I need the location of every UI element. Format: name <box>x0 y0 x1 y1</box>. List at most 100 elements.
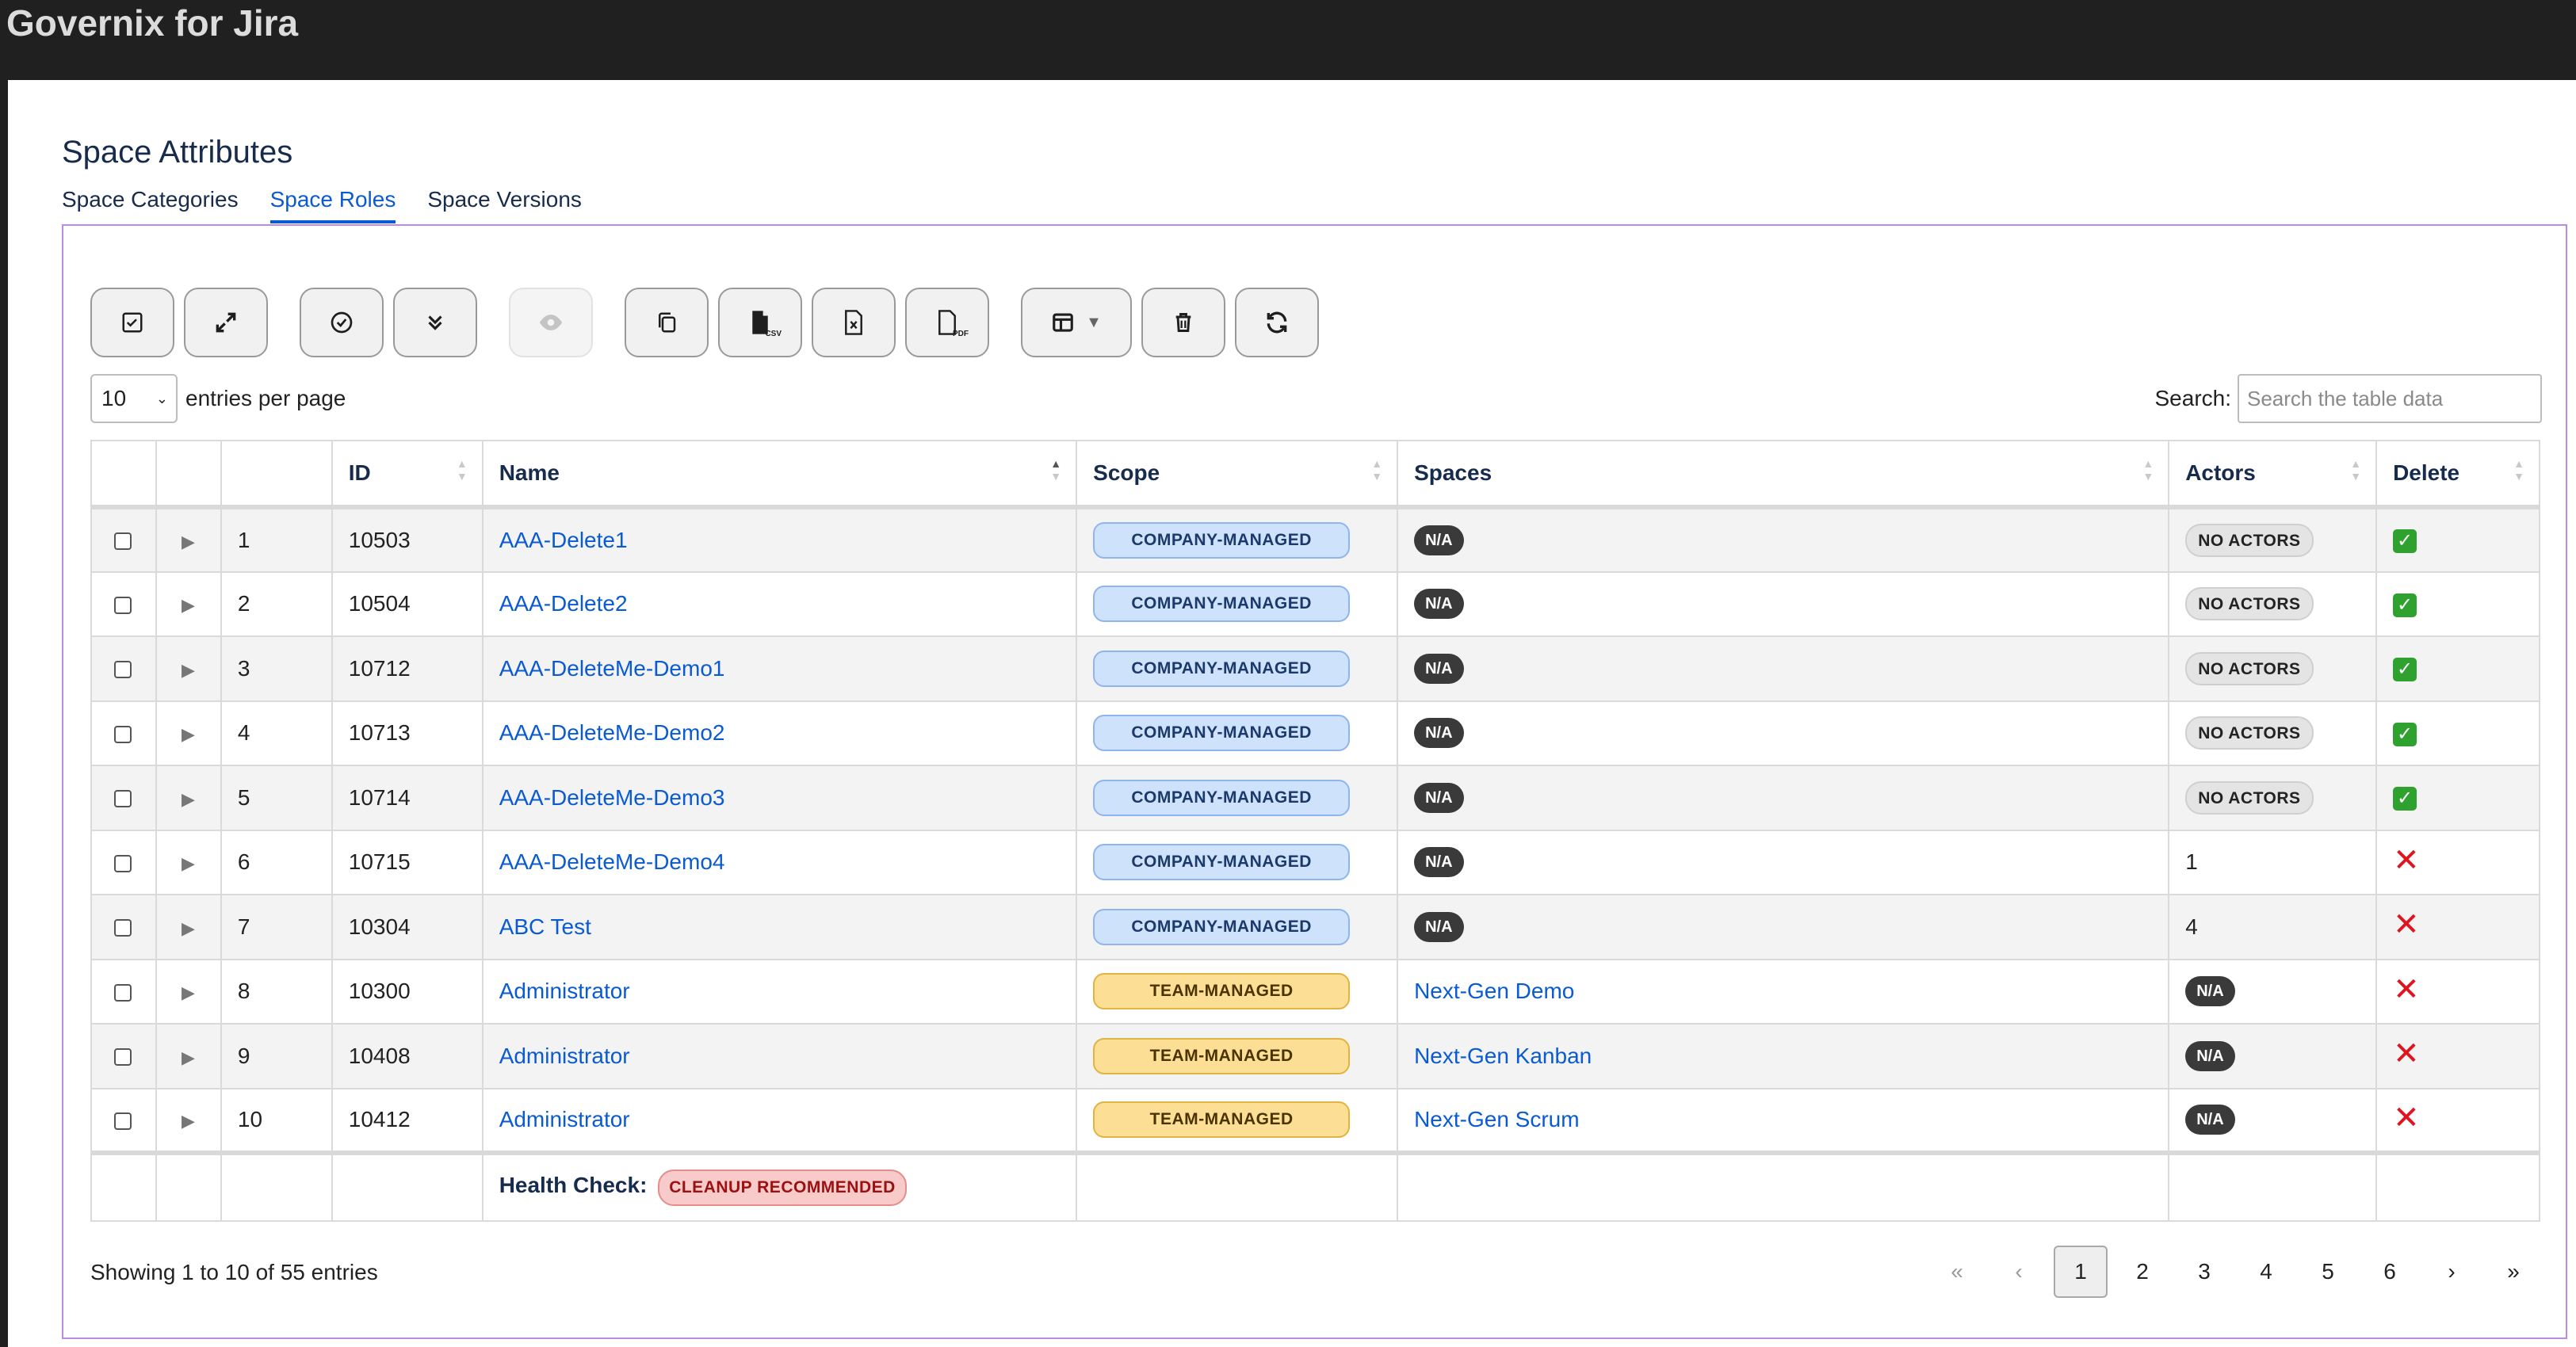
row-checkbox[interactable] <box>114 532 132 551</box>
header-spaces[interactable]: Spaces ▲ ▼ <box>1397 440 2170 509</box>
page-button-6[interactable]: 6 <box>2363 1246 2417 1298</box>
role-name-link[interactable]: AAA-DeleteMe-Demo4 <box>499 849 725 874</box>
actors-na-badge: N/A <box>2185 976 2235 1007</box>
role-name-link[interactable]: AAA-DeleteMe-Demo3 <box>499 785 725 810</box>
first-page-button[interactable]: « <box>1930 1246 1984 1298</box>
row-select-cell <box>90 894 157 960</box>
row-checkbox[interactable] <box>114 983 132 1002</box>
table-row: ▶ 7 10304 ABC Test COMPANY-MANAGED N/A 4 ✕ <box>90 894 2540 960</box>
next-page-button[interactable]: › <box>2425 1246 2479 1298</box>
row-checkbox[interactable] <box>114 919 132 937</box>
page-button-5[interactable]: 5 <box>2301 1246 2355 1298</box>
check-button[interactable] <box>300 288 384 357</box>
sort-icon: ▲ ▼ <box>2142 457 2154 483</box>
role-name-cell: ABC Test <box>481 894 1078 960</box>
role-id: 10304 <box>331 894 483 960</box>
table-row: ▶ 1 10503 AAA-Delete1 COMPANY-MANAGED N/A NO A… <box>90 506 2540 573</box>
actors-na-badge: N/A <box>2185 1105 2235 1135</box>
sort-icon: ▲ ▼ <box>2350 457 2362 483</box>
space-link[interactable]: Next-Gen Scrum <box>1414 1107 1580 1131</box>
expand-row-icon[interactable]: ▶ <box>182 853 195 873</box>
row-checkbox[interactable] <box>114 661 132 679</box>
copy-button[interactable] <box>625 288 709 357</box>
role-name-link[interactable]: AAA-DeleteMe-Demo1 <box>499 656 725 681</box>
row-checkbox[interactable] <box>114 1112 132 1130</box>
page-button-1[interactable]: 1 <box>2054 1246 2108 1298</box>
page-button-4[interactable]: 4 <box>2239 1246 2293 1298</box>
row-checkbox[interactable] <box>114 854 132 872</box>
export-csv-button[interactable]: CSV <box>718 288 802 357</box>
tab-space-roles[interactable]: Space Roles <box>269 184 396 223</box>
export-pdf-button[interactable]: PDF <box>905 288 989 357</box>
role-name-link[interactable]: AAA-DeleteMe-Demo2 <box>499 720 725 745</box>
expand-button[interactable] <box>184 288 268 357</box>
row-index: 5 <box>220 765 333 831</box>
row-checkbox[interactable] <box>114 596 132 614</box>
spaces-cell: N/A <box>1397 700 2170 766</box>
role-id: 10712 <box>331 635 483 702</box>
tab-space-versions[interactable]: Space Versions <box>427 184 582 223</box>
space-link[interactable]: Next-Gen Demo <box>1414 979 1574 1003</box>
view-button[interactable] <box>509 288 593 357</box>
role-name-link[interactable]: Administrator <box>499 1107 630 1131</box>
no-actors-badge: NO ACTORS <box>2185 780 2314 815</box>
table-row: ▶ 5 10714 AAA-DeleteMe-Demo3 COMPANY-MANAGED… <box>90 765 2540 831</box>
table-row: ▶ 9 10408 Administrator TEAM-MANAGED Next-Gen… <box>90 1023 2540 1089</box>
role-name-link[interactable]: ABC Test <box>499 914 591 939</box>
expand-row-icon[interactable]: ▶ <box>182 660 195 680</box>
scope-cell: COMPANY-MANAGED <box>1076 894 1399 960</box>
row-select-cell <box>90 1087 157 1154</box>
header-scope[interactable]: Scope ▲ ▼ <box>1076 440 1399 509</box>
row-expand-cell: ▶ <box>155 635 222 702</box>
role-name-link[interactable]: Administrator <box>499 979 630 1003</box>
expand-row-icon[interactable]: ▶ <box>182 1047 195 1067</box>
page-button-3[interactable]: 3 <box>2177 1246 2231 1298</box>
page-button-2[interactable]: 2 <box>2115 1246 2169 1298</box>
actors-cell: 4 <box>2168 894 2378 960</box>
role-name-cell: AAA-DeleteMe-Demo3 <box>481 765 1078 831</box>
prev-page-button[interactable]: ‹ <box>1992 1246 2046 1298</box>
space-link[interactable]: Next-Gen Kanban <box>1414 1044 1592 1068</box>
export-excel-button[interactable] <box>812 288 896 357</box>
row-checkbox[interactable] <box>114 725 132 743</box>
last-page-button[interactable]: » <box>2486 1246 2540 1298</box>
checkbox-icon <box>122 312 143 333</box>
row-checkbox[interactable] <box>114 1048 132 1067</box>
role-name-link[interactable]: AAA-Delete2 <box>499 591 628 616</box>
columns-button[interactable]: ▼ <box>1021 288 1132 357</box>
select-all-button[interactable] <box>90 288 174 357</box>
expand-row-icon[interactable]: ▶ <box>182 918 195 938</box>
scope-cell: COMPANY-MANAGED <box>1076 765 1399 831</box>
delete-button[interactable] <box>1141 288 1225 357</box>
health-check-badge: CLEANUP RECOMMENDED <box>658 1170 907 1206</box>
scope-badge: COMPANY-MANAGED <box>1093 844 1351 881</box>
delete-cell: ✕ <box>2375 829 2540 895</box>
tab-bar: Space Categories Space Roles Space Versi… <box>62 184 613 223</box>
row-checkbox[interactable] <box>114 790 132 808</box>
footer-row: Health Check: CLEANUP RECOMMENDED <box>90 1150 2540 1222</box>
header-delete[interactable]: Delete ▲ ▼ <box>2375 440 2540 509</box>
table-row: ▶ 2 10504 AAA-Delete2 COMPANY-MANAGED N/A NO A… <box>90 570 2540 637</box>
expand-row-icon[interactable]: ▶ <box>182 532 195 551</box>
role-name-link[interactable]: Administrator <box>499 1044 630 1068</box>
header-actors[interactable]: Actors ▲ ▼ <box>2168 440 2378 509</box>
tab-space-categories[interactable]: Space Categories <box>62 184 239 223</box>
page-length-select[interactable]: 10 ⌄ <box>90 374 178 423</box>
expand-row-icon[interactable]: ▶ <box>182 789 195 809</box>
search-input[interactable] <box>2238 374 2542 423</box>
header-name[interactable]: Name ▲ ▼ <box>481 440 1078 509</box>
role-name-link[interactable]: AAA-Delete1 <box>499 528 628 552</box>
page-title: Space Attributes <box>62 135 293 170</box>
row-select-cell <box>90 635 157 702</box>
expand-row-icon[interactable]: ▶ <box>182 983 195 1002</box>
row-expand-cell: ▶ <box>155 894 222 960</box>
header-id[interactable]: ID ▲ ▼ <box>331 440 483 509</box>
expand-row-icon[interactable]: ▶ <box>182 724 195 744</box>
row-expand-cell: ▶ <box>155 506 222 573</box>
collapse-all-button[interactable] <box>393 288 477 357</box>
expand-row-icon[interactable]: ▶ <box>182 1111 195 1131</box>
expand-row-icon[interactable]: ▶ <box>182 595 195 615</box>
scope-cell: COMPANY-MANAGED <box>1076 700 1399 766</box>
refresh-button[interactable] <box>1235 288 1319 357</box>
refresh-icon <box>1267 311 1287 334</box>
